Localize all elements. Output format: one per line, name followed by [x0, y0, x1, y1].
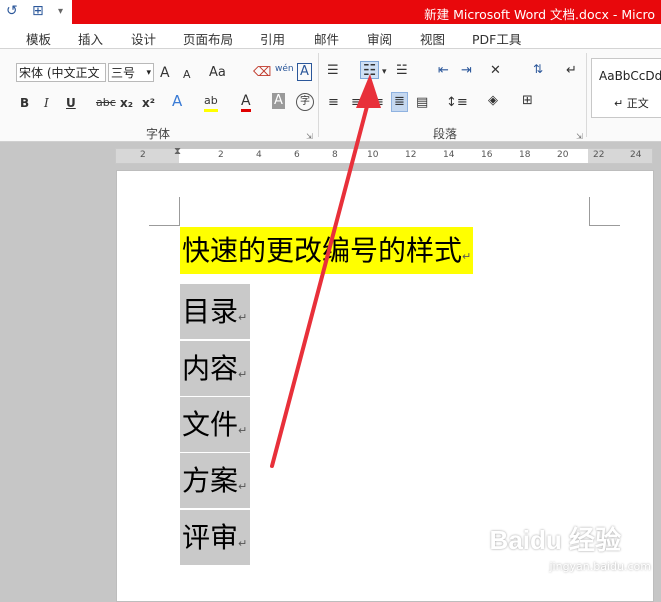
arrow-shaft	[270, 93, 372, 468]
arrow-head	[356, 74, 381, 108]
watermark-url: jingyan.baidu.com	[549, 560, 651, 573]
annotation-arrow	[270, 74, 381, 468]
baidu-watermark: Baidu 经验	[489, 525, 621, 555]
